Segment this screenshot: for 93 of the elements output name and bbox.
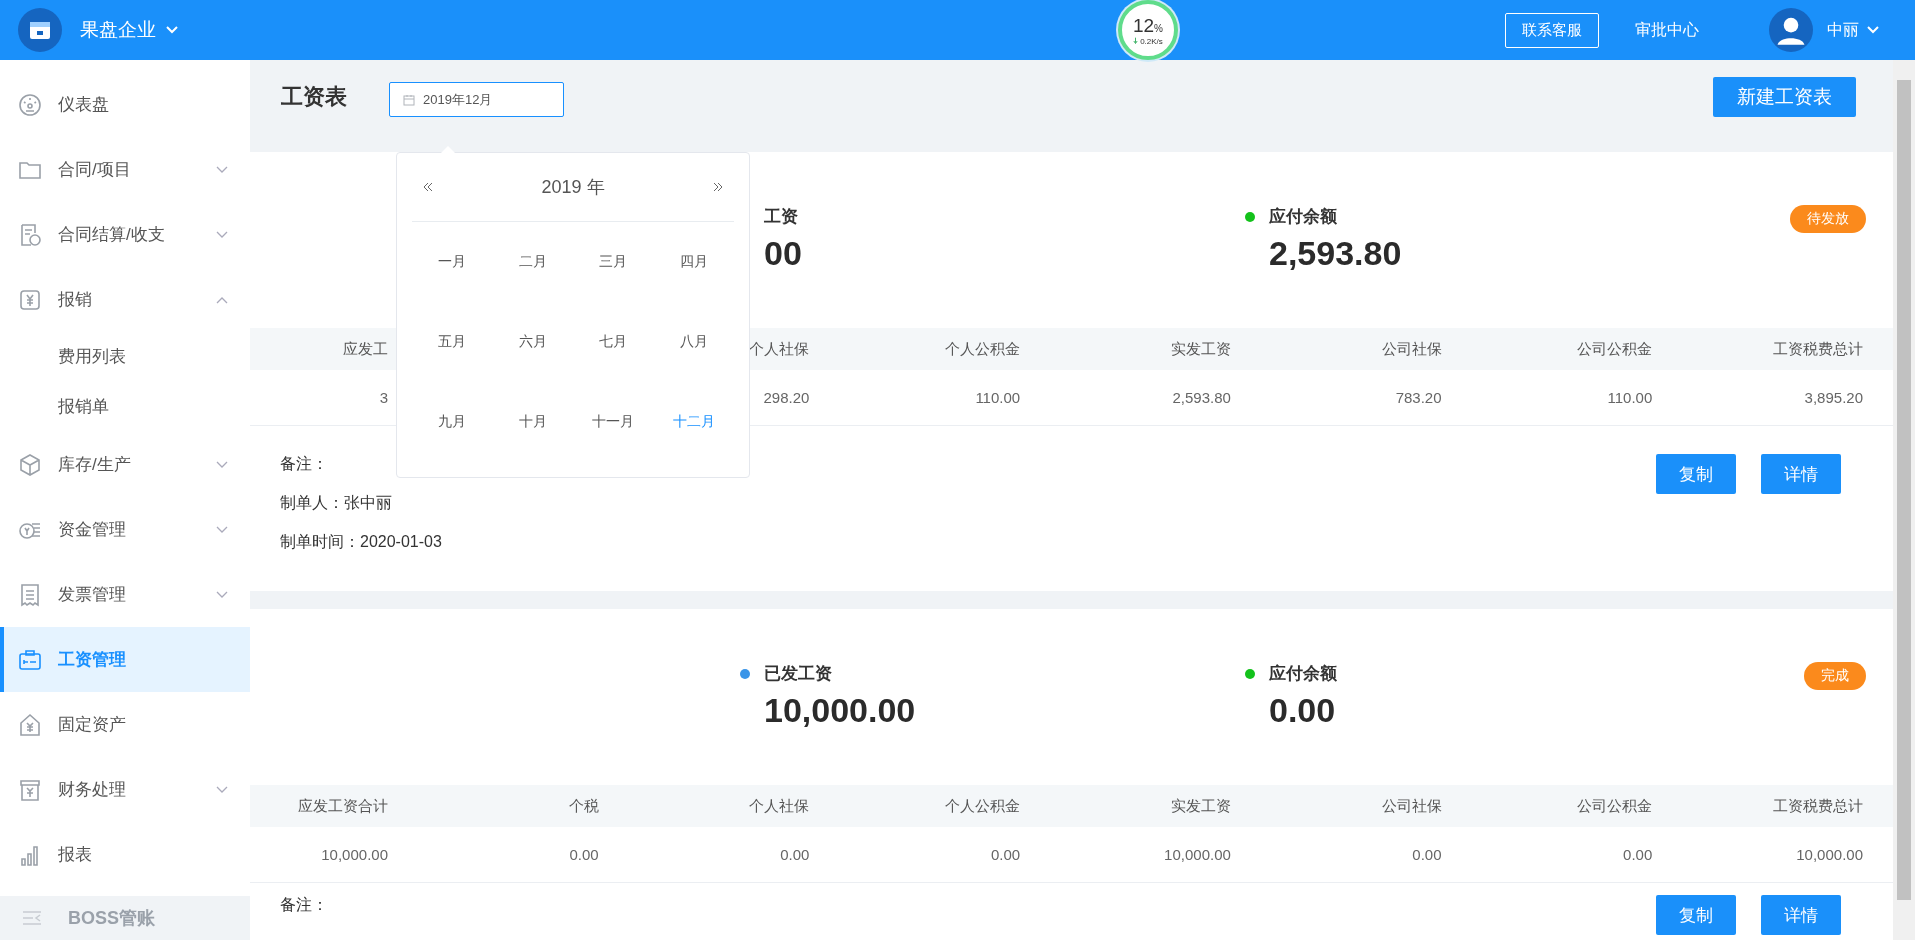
table-cell: 110.00 (1607, 389, 1653, 406)
created-time-text: 制单时间：2020-01-03 (280, 532, 442, 552)
gauge-icon (18, 92, 42, 117)
status-badge: 待发放 (1790, 205, 1866, 233)
year-label[interactable]: 2019 年 (541, 175, 605, 199)
sidebar-item[interactable]: 发票管理 (0, 562, 250, 627)
id-card-icon (18, 647, 42, 672)
network-speed: 0.2K/s (1140, 36, 1163, 46)
sidebar-item[interactable]: 报销 (0, 267, 250, 332)
house-yen-icon (18, 712, 42, 737)
table-cell: 0.00 (1412, 846, 1442, 863)
column-header: 公司公积金 (1577, 796, 1653, 816)
cube-icon (18, 452, 42, 477)
column-header: 实发工资 (1170, 796, 1231, 816)
sidebar-item[interactable]: 库存/生产 (0, 432, 250, 497)
sidebar-item[interactable]: 固定资产 (0, 692, 250, 757)
chevron-down-icon[interactable] (1867, 26, 1879, 34)
table-cell: 10,000.00 (321, 846, 388, 863)
month-option[interactable]: 十月 (518, 413, 547, 431)
table-cell: 3,895.20 (1804, 389, 1863, 406)
table-cell: 10,000.00 (1164, 846, 1231, 863)
scrollbar[interactable] (1893, 60, 1915, 940)
sidebar-subitem[interactable]: 费用列表 (0, 332, 250, 382)
calendar-icon (403, 93, 415, 106)
remark-label: 备注： (280, 895, 328, 915)
usage-percent: 12 (1132, 14, 1155, 36)
column-header: 公司公积金 (1577, 339, 1653, 359)
invoice-icon (18, 582, 42, 607)
table-cell: 2,593.80 (1172, 389, 1231, 406)
column-header: 个人社保 (749, 339, 810, 359)
down-arrow-icon (1133, 37, 1139, 45)
yen-box-icon (18, 287, 42, 312)
column-header: 个人公积金 (945, 796, 1021, 816)
speed-ball[interactable]: 12% 0.2K/s (1118, 0, 1178, 60)
month-option[interactable]: 四月 (679, 253, 708, 271)
creator-text: 制单人：张中丽 (280, 493, 393, 513)
stat-label: 已发工资 (764, 663, 832, 685)
stat-value: 2,593.80 (1269, 234, 1403, 273)
month-option[interactable]: 八月 (679, 333, 708, 351)
percent-unit: % (1154, 22, 1163, 34)
sidebar-item[interactable]: 合同结算/收支 (0, 202, 250, 267)
column-header: 个人社保 (749, 796, 810, 816)
stat-label: 应付余额 (1269, 206, 1337, 228)
table-cell: 298.20 (763, 389, 810, 406)
month-option[interactable]: 一月 (438, 253, 467, 271)
month-option[interactable]: 九月 (438, 413, 467, 431)
table-cell: 110.00 (975, 389, 1021, 406)
avatar-icon[interactable] (1769, 8, 1813, 52)
month-option[interactable]: 三月 (599, 253, 628, 271)
stat-value: 10,000.00 (764, 691, 917, 730)
table-cell: 3 (379, 389, 388, 406)
chevron-down-icon[interactable] (166, 26, 178, 34)
sidebar-item[interactable]: 仪表盘 (0, 72, 250, 137)
column-header: 公司社保 (1381, 796, 1442, 816)
month-option[interactable]: 五月 (438, 333, 467, 351)
next-year-icon[interactable] (712, 181, 724, 193)
shop-logo-icon[interactable] (18, 8, 62, 52)
table-cell: 0.00 (990, 846, 1021, 863)
previous-year-icon[interactable] (422, 181, 434, 193)
month-option[interactable]: 十一月 (592, 413, 635, 431)
page-title: 工资表 (281, 83, 347, 111)
remark-label: 备注： (280, 454, 329, 474)
table-cell: 0.00 (780, 846, 810, 863)
table-cell: 783.20 (1395, 389, 1442, 406)
stat-label: 应付余额 (1269, 663, 1337, 685)
column-header: 实发工资 (1170, 339, 1231, 359)
month-option[interactable]: 六月 (518, 333, 547, 351)
column-header: 应发工资合计 (298, 796, 388, 816)
stat-label: 工资 (764, 206, 798, 228)
stat-value: 0.00 (1269, 691, 1337, 730)
column-header: 公司社保 (1381, 339, 1442, 359)
sidebar-item[interactable]: 报表 (0, 822, 250, 887)
column-header: 工资税费总计 (1773, 796, 1863, 816)
column-header: 个人公积金 (945, 339, 1021, 359)
column-header: 工资税费总计 (1773, 339, 1863, 359)
doc-exchange-icon (18, 222, 42, 247)
sidebar-item[interactable]: 财务处理 (0, 757, 250, 822)
status-badge: 完成 (1804, 662, 1866, 690)
sidebar-item[interactable]: 合同/项目 (0, 137, 250, 202)
table-cell: 0.00 (569, 846, 599, 863)
month-option[interactable]: 二月 (518, 253, 547, 271)
column-header: 个税 (568, 796, 599, 816)
sidebar-item[interactable]: 资金管理 (0, 497, 250, 562)
sidebar-subitem[interactable]: 报销单 (0, 382, 250, 432)
month-option[interactable]: 七月 (599, 333, 628, 351)
month-picker[interactable]: 2019年12月 (389, 82, 564, 117)
table-cell: 10,000.00 (1796, 846, 1863, 863)
archive-yen-icon (18, 777, 42, 802)
collapse-menu-icon (22, 911, 42, 925)
column-header: 应发工 (343, 339, 388, 359)
table-cell: 0.00 (1623, 846, 1653, 863)
stat-value: 00 (764, 234, 803, 273)
boss-label: BOSS管账 (68, 907, 155, 930)
